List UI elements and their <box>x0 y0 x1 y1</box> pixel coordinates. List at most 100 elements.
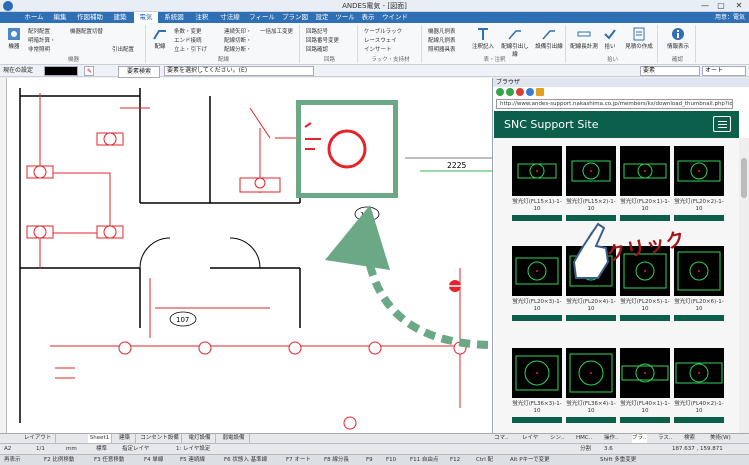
circuit-number-button[interactable]: 回路番号変更 <box>306 36 339 44</box>
download-icon[interactable] <box>674 315 724 321</box>
site-title[interactable]: SNC Support Site <box>504 118 599 131</box>
sheet-tab[interactable]: 弱電設備 <box>218 434 250 443</box>
home-icon[interactable] <box>536 88 544 96</box>
menu-plan[interactable]: プラン図 <box>280 12 310 23</box>
panel-tab[interactable]: シン.. <box>550 434 565 443</box>
url-input[interactable]: http://www.andes-support.nakashima.co.jp… <box>496 99 733 109</box>
thumbnail-card[interactable]: 蛍光灯(FL40×2)-1-10 <box>674 348 724 423</box>
panel-tab[interactable]: コマ.. <box>494 434 509 443</box>
download-icon[interactable] <box>512 417 562 423</box>
stop-icon[interactable] <box>516 88 524 96</box>
close-button[interactable]: ✕ <box>731 0 747 12</box>
thumbnail-card[interactable]: 蛍光灯(FL15×1)-1-10 <box>512 146 562 221</box>
circuit-check-button[interactable]: 回路確認 <box>306 45 328 53</box>
equipment-switch-button[interactable]: 機器配置切替 <box>70 27 103 35</box>
download-icon[interactable] <box>512 215 562 221</box>
wire-split-button[interactable]: 配線分断・ <box>224 45 252 53</box>
thumbnail-card[interactable]: 蛍光灯(FL15×2)-1-10 <box>566 146 616 221</box>
insert-button[interactable]: インサート <box>364 45 392 53</box>
download-icon[interactable] <box>620 315 670 321</box>
wiring-button[interactable]: 配線 <box>150 27 170 50</box>
thumbnail-image[interactable] <box>512 246 562 296</box>
sheet-tab[interactable]: レイアウト <box>20 434 56 443</box>
wire-count-button[interactable]: 条数・変更 <box>174 27 202 35</box>
minimize-button[interactable]: — <box>697 0 713 12</box>
fkey[interactable]: F6 状態入 基準線 <box>224 456 267 465</box>
fkey[interactable]: F9 <box>366 456 373 465</box>
wiring-leader-button[interactable]: 配線引出し線 <box>500 27 530 58</box>
panel-tab[interactable]: レイヤ <box>522 434 538 443</box>
menu-annotation[interactable]: 注釈 <box>190 12 214 23</box>
menu-architecture[interactable]: 建築 <box>108 12 132 23</box>
thumbnail-card[interactable]: 蛍光灯(FL20×1)-1-10 <box>620 146 670 221</box>
batch-change-button[interactable]: 一括加工変更 <box>260 27 293 35</box>
panel-tab[interactable]: 美術(W) <box>710 434 731 443</box>
fkey[interactable]: F4 単線 <box>144 456 163 465</box>
menu-home[interactable]: ホーム <box>22 12 46 23</box>
thumbnail-image[interactable] <box>566 146 616 196</box>
equipment-leader-button[interactable]: 設備引出線 <box>534 27 564 50</box>
menu-drawing-aid[interactable]: 作図補助 <box>74 12 106 23</box>
thumbnail-image[interactable] <box>620 146 670 196</box>
layer-mode[interactable]: 指定レイヤ <box>122 445 149 454</box>
menu-field[interactable]: フィールド <box>246 12 278 32</box>
emergency-light-button[interactable]: 非常照明 <box>28 45 50 53</box>
thumbnail-image[interactable] <box>512 146 562 196</box>
thumbnail-image[interactable] <box>512 348 562 398</box>
wiring-legend-button[interactable]: 配線凡例表 <box>428 36 456 44</box>
menu-electric[interactable]: 電気 <box>134 12 158 23</box>
wire-length-button[interactable]: 配線長計測 <box>570 27 598 50</box>
thumbnail-image[interactable] <box>566 348 616 398</box>
download-icon[interactable] <box>566 315 616 321</box>
thumbnail-card[interactable]: 蛍光灯(FL36×4)-1-10 <box>566 348 616 423</box>
menu-dimension[interactable]: 寸法線 <box>216 12 244 23</box>
fkey[interactable]: F11 自由点 <box>410 456 438 465</box>
fkey[interactable]: F2 比例移動 <box>44 456 74 465</box>
wire-cut-button[interactable]: 配線切断・ <box>224 36 252 44</box>
panel-tab[interactable]: 検索 <box>684 434 695 443</box>
fkey[interactable]: Alt Pキーで変更 <box>510 456 550 465</box>
pen-icon[interactable]: ✎ <box>84 66 94 76</box>
paper-size[interactable]: A2 <box>4 445 11 454</box>
download-icon[interactable] <box>620 417 670 423</box>
fkey[interactable]: 再表示 <box>4 456 21 465</box>
menu-view[interactable]: 表示 <box>358 12 378 23</box>
download-icon[interactable] <box>674 215 724 221</box>
leader-place-button[interactable]: 引出配置 <box>112 45 134 53</box>
end-connect-button[interactable]: エンド接続 <box>174 36 202 44</box>
menu-edit[interactable]: 編集 <box>48 12 72 23</box>
element-search-button[interactable]: 要素検索 <box>118 66 161 78</box>
sheet-tab[interactable]: Sheet1 <box>88 434 112 443</box>
fkey[interactable]: F10 <box>386 456 396 465</box>
raceway-button[interactable]: レースウェイ <box>364 36 397 44</box>
equipment-button[interactable]: 機器 <box>4 27 24 50</box>
layer-setting[interactable]: 1: レイヤ設定 <box>176 445 210 454</box>
download-icon[interactable] <box>620 215 670 221</box>
fkey[interactable]: F5 連続線 <box>180 456 205 465</box>
sheet-tab[interactable]: 電灯設備 <box>184 434 216 443</box>
forward-icon[interactable] <box>506 88 514 96</box>
snap-mode[interactable]: 分割 <box>580 445 591 454</box>
array-place-button[interactable]: 配列配置 <box>28 27 50 35</box>
riser-button[interactable]: 立上・引下げ <box>174 45 207 53</box>
thumbnail-image[interactable] <box>674 246 724 296</box>
thumbnail-image[interactable] <box>674 348 724 398</box>
annotation-entry-button[interactable]: 注釈記入 <box>470 27 496 50</box>
lighting-calc-button[interactable]: 明暗計算・ <box>28 36 56 44</box>
thumbnail-image[interactable] <box>674 146 724 196</box>
equipment-legend-button[interactable]: 機器凡例表 <box>428 27 456 35</box>
fkey[interactable]: F3 任意移動 <box>94 456 124 465</box>
sheet-tab[interactable]: コンセント設備 <box>138 434 182 443</box>
panel-tab-browser[interactable]: ブラ.. <box>632 434 647 443</box>
style[interactable]: 標準 <box>96 445 107 454</box>
continuous-arrow-button[interactable]: 連続矢印・ <box>224 27 252 35</box>
panel-tab[interactable]: ラス.. <box>658 434 672 443</box>
user-label[interactable]: 用意：電気 <box>715 12 745 23</box>
sheet-tab[interactable]: 建築 <box>114 434 136 443</box>
color-selector[interactable] <box>44 66 78 76</box>
menu-settings[interactable]: 設定 <box>312 12 332 23</box>
panel-tab[interactable]: HMC.. <box>576 434 592 443</box>
auto-combo[interactable]: オート <box>702 66 746 76</box>
thumbnail-image[interactable] <box>620 348 670 398</box>
info-display-button[interactable]: 情報表示 <box>664 27 692 50</box>
